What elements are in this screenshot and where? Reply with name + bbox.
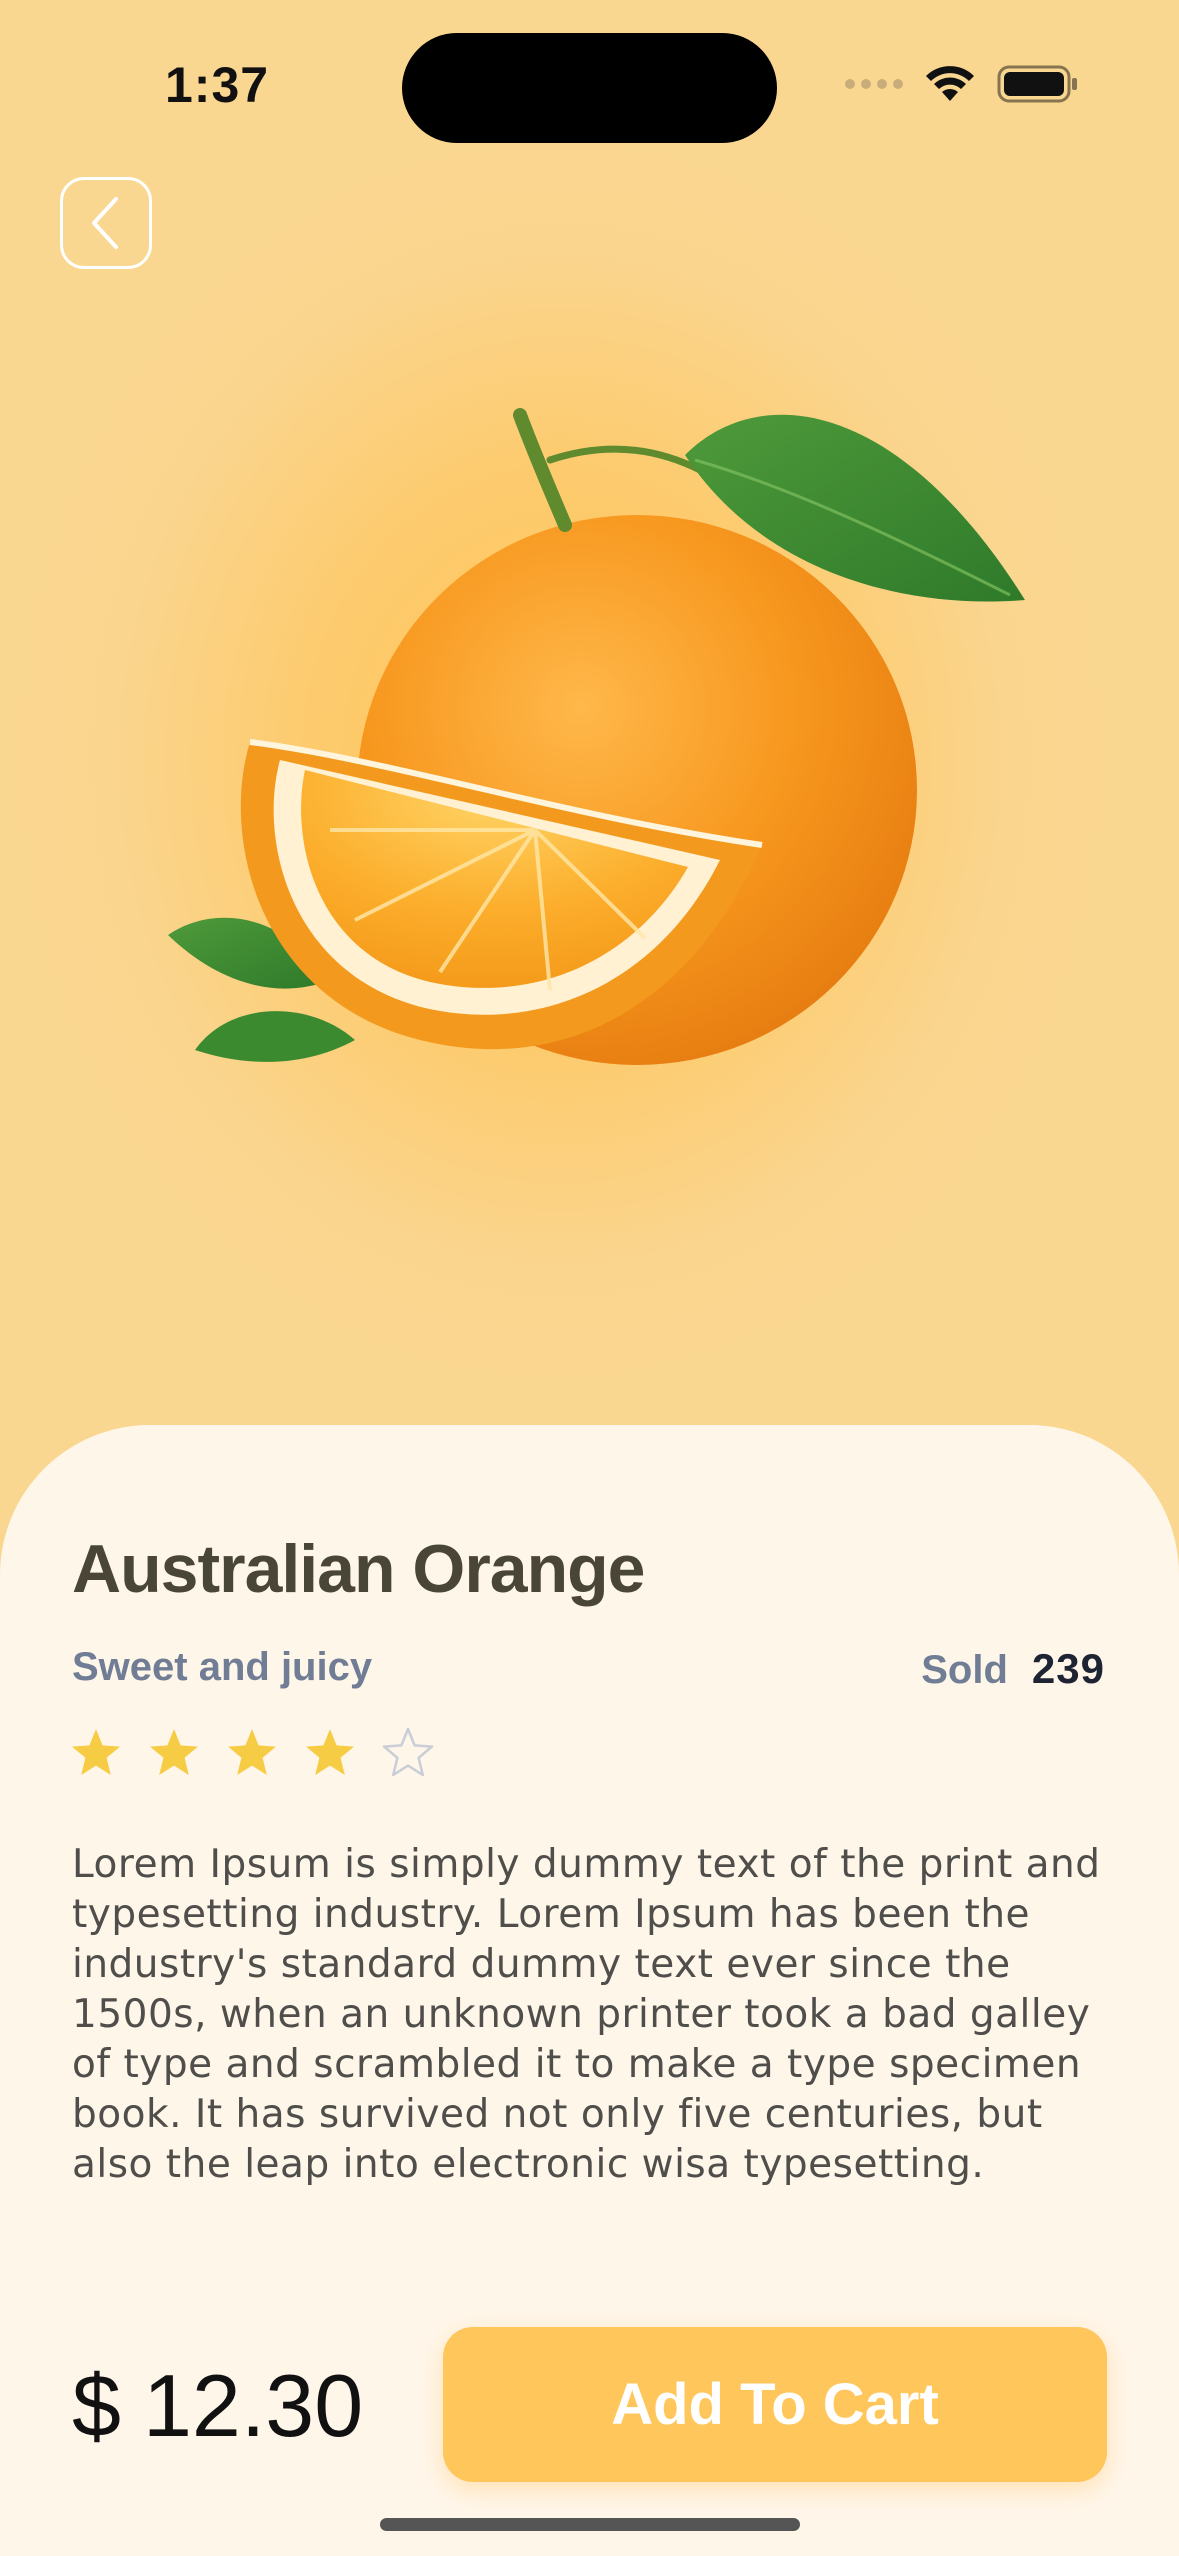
status-icons [845,64,1079,104]
star-filled-icon [228,1729,276,1775]
product-price: $ 12.30 [72,2355,363,2457]
back-button[interactable] [60,177,152,269]
product-detail-screen: 1:37 Australian Orange Sweet and juicy S… [0,0,1179,2556]
price-currency: $ [72,2356,121,2455]
product-title: Australian Orange [72,1531,645,1607]
star-filled-icon [150,1729,198,1775]
star-outline-icon [382,1727,434,1777]
home-indicator [380,2518,800,2531]
chevron-left-icon [92,197,118,249]
product-image-orange [168,408,1025,1065]
dynamic-island [402,33,777,143]
star-filled-icon [306,1729,354,1775]
sold-label: Sold [921,1648,1008,1692]
battery-icon [997,65,1077,103]
product-description: Lorem Ipsum is simply dummy text of the … [72,1842,1101,2187]
wifi-icon [926,66,974,101]
status-time: 1:37 [165,57,270,113]
rating-stars [68,1725,436,1781]
sold-value: 239 [1031,1645,1105,1692]
star-filled-icon [72,1729,120,1775]
product-tagline: Sweet and juicy [72,1645,373,1689]
price-value: 12.30 [142,2356,364,2455]
add-to-cart-button[interactable]: Add To Cart [443,2327,1107,2482]
sold-count: Sold 239 [921,1645,1105,1693]
cellular-signal-icon [845,79,903,89]
